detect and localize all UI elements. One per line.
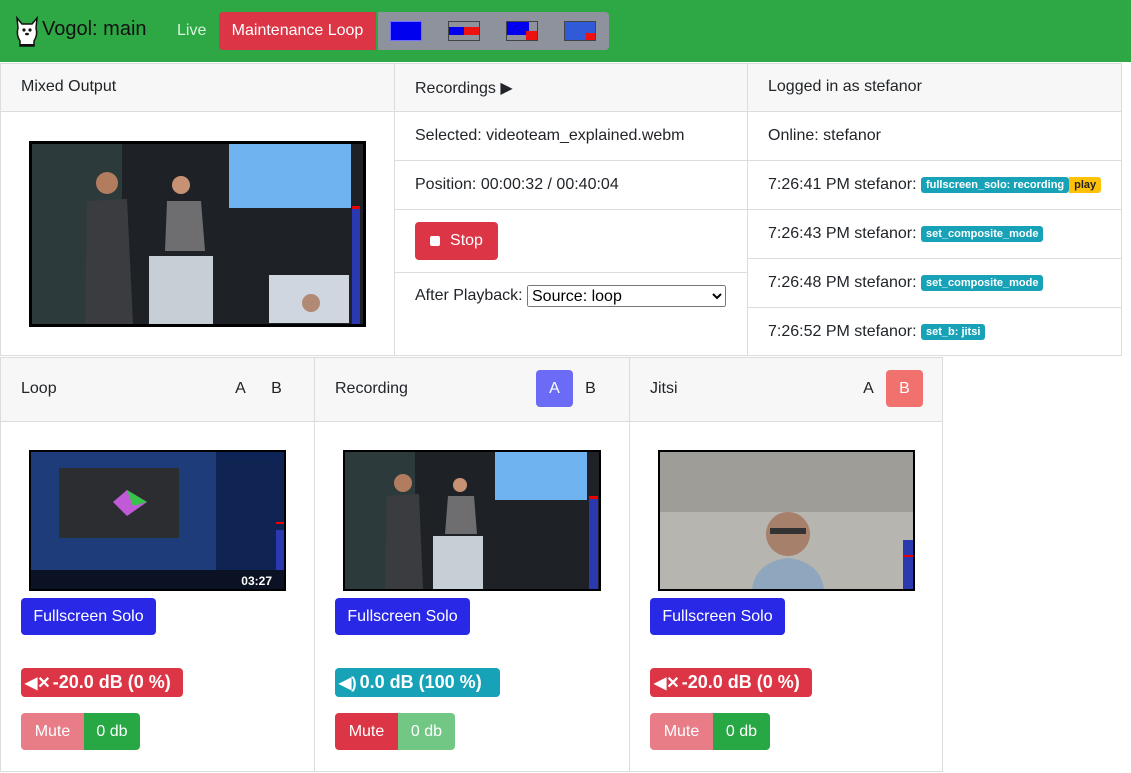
card-header: Jitsi A B [630,358,942,422]
log-entry-text: 7:26:48 PM stefanor: [768,274,917,291]
log-entry: 7:26:43 PM stefanor: set_composite_mode [748,210,1121,259]
brand-title[interactable]: Vogol: main [42,18,147,41]
playback-position-text: Position: 00:00:32 / 00:40:04 [415,176,619,193]
speaker-on-icon: ◀) [339,674,357,692]
side-by-side-mode-icon[interactable] [448,21,480,41]
maintenance-loop-button[interactable]: Maintenance Loop [219,12,376,50]
selected-recording-text: Selected: videoteam_explained.webm [415,127,685,144]
position-row: Position: 00:00:32 / 00:40:04 [395,161,747,210]
set-b-button[interactable]: B [258,370,295,407]
volume-badge: ◀✕ -20.0 dB (0 %) [21,668,183,697]
mute-button[interactable]: Mute [21,713,84,750]
log-entry-content: 7:26:43 PM stefanor: set_composite_mode [768,225,1044,243]
fullscreen-solo-button[interactable]: Fullscreen Solo [335,598,470,635]
recordings-card: Recordings ▶ Selected: videoteam_explain… [394,63,748,356]
log-entry-text: 7:26:41 PM stefanor: [768,176,917,193]
log-entry: 7:26:41 PM stefanor: fullscreen_solo: re… [748,161,1121,210]
zero-db-button[interactable]: 0 db [398,713,455,750]
zero-db-button[interactable]: 0 db [713,713,770,750]
stop-icon [430,236,441,246]
set-b-button[interactable]: B [886,370,923,407]
after-playback-label: After Playback: [415,287,523,304]
card-header: Logged in as stefanor [748,64,1121,112]
stop-button[interactable]: Stop [415,222,498,260]
activity-log-card: Logged in as stefanor Online: stefanor 7… [747,63,1122,356]
top-navbar: Vogol: main Live Maintenance Loop [0,0,1131,62]
live-link[interactable]: Live [177,22,206,40]
mute-button[interactable]: Mute [650,713,713,750]
recording-preview [343,450,601,591]
picture-in-picture-mode-icon[interactable] [506,21,538,41]
speaker-muted-icon: ◀✕ [654,674,680,692]
log-entry: 7:26:52 PM stefanor: set_b: jitsi [748,308,1121,356]
source-title: Jitsi [650,380,678,397]
online-users-text: Online: stefanor [768,127,881,144]
card-header: Mixed Output [1,64,394,112]
log-extra-badge: play [1069,177,1102,193]
source-title: Recording [335,380,408,397]
mixed-output-card: Mixed Output [0,63,395,356]
recordings-title[interactable]: Recordings ▶ [415,78,513,98]
log-entry: 7:26:48 PM stefanor: set_composite_mode [748,259,1121,308]
loop-timecode: 03:27 [241,574,272,588]
fullscreen-solo-button[interactable]: Fullscreen Solo [650,598,785,635]
mixed-output-title: Mixed Output [21,78,117,95]
volume-text: -20.0 dB (0 %) [681,672,800,692]
vogol-logo-icon [16,15,38,47]
log-entry-text: 7:26:43 PM stefanor: [768,225,917,242]
loop-preview: 03:27 [29,450,286,591]
jitsi-preview [658,450,915,591]
set-a-button[interactable]: A [536,370,573,407]
fullscreen-mode-icon[interactable] [390,21,422,41]
log-action-badge: set_composite_mode [920,226,1044,242]
volume-badge: ◀✕ -20.0 dB (0 %) [650,668,812,697]
after-playback-row: After Playback: Source: loop [395,273,747,322]
online-users-row: Online: stefanor [748,112,1121,161]
log-entry-content: 7:26:52 PM stefanor: set_b: jitsi [768,323,986,341]
stop-row: Stop [395,210,747,273]
composite-mode-group [378,12,609,50]
logged-in-title: Logged in as stefanor [768,78,922,95]
loop-video [31,452,284,589]
lecture-mode-icon[interactable] [564,21,596,41]
source-card-loop: Loop A B 03:27 Fullscreen Solo ◀✕ -20.0 … [0,357,315,772]
log-entry-text: 7:26:52 PM stefanor: [768,323,917,340]
mute-button[interactable]: Mute [335,713,398,750]
log-action-badge: set_composite_mode [920,275,1044,291]
recording-video [345,452,599,589]
selected-recording-row: Selected: videoteam_explained.webm [395,112,747,161]
volume-badge: ◀) 0.0 dB (100 %) [335,668,500,697]
set-a-button[interactable]: A [850,370,887,407]
speaker-muted-icon: ◀✕ [25,674,51,692]
source-card-jitsi: Jitsi A B Fullscreen Solo ◀✕ -20.0 dB (0… [629,357,943,772]
volume-text: 0.0 dB (100 %) [359,672,482,692]
source-title: Loop [21,380,57,397]
fullscreen-solo-button[interactable]: Fullscreen Solo [21,598,156,635]
log-entry-content: 7:26:41 PM stefanor: fullscreen_solo: re… [768,176,1102,194]
mixed-output-preview [29,141,366,327]
zero-db-button[interactable]: 0 db [84,713,140,750]
set-a-button[interactable]: A [222,370,259,407]
card-header: Recording A B [315,358,629,422]
mixed-output-video [32,144,363,324]
after-playback-select[interactable]: Source: loop [527,285,726,307]
stop-label: Stop [450,232,483,249]
source-card-recording: Recording A B Fullscreen Solo ◀) 0.0 dB … [314,357,630,772]
volume-text: -20.0 dB (0 %) [52,672,171,692]
jitsi-video [660,452,913,589]
log-action-badge: set_b: jitsi [920,324,986,340]
log-entry-content: 7:26:48 PM stefanor: set_composite_mode [768,274,1044,292]
card-header: Recordings ▶ [395,64,747,112]
card-header: Loop A B [1,358,314,422]
set-b-button[interactable]: B [572,370,609,407]
log-action-badge: fullscreen_solo: recording [920,177,1070,193]
